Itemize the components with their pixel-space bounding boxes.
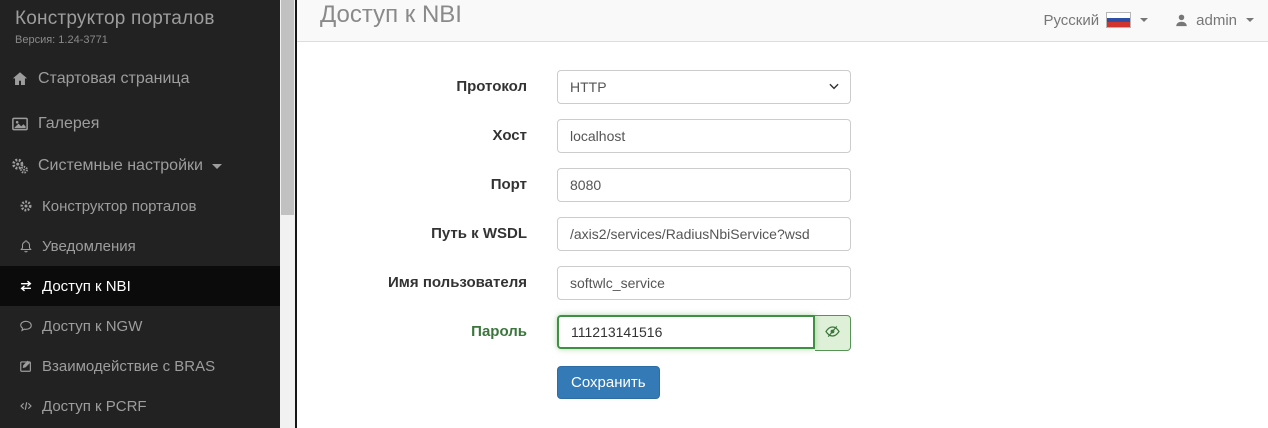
form-row-protocol: Протокол HTTP (297, 70, 1268, 104)
bell-icon (19, 239, 33, 253)
user-icon (1174, 13, 1189, 28)
sidebar-item-portal-constructor[interactable]: Конструктор порталов (0, 186, 280, 226)
form-row-username: Имя пользователя (297, 266, 1268, 300)
wsdl-path-label: Путь к WSDL (297, 217, 527, 251)
language-label: Русский (1043, 12, 1099, 29)
username-input[interactable] (557, 266, 851, 300)
app-title: Конструктор порталов (15, 8, 265, 30)
sidebar-item-bras-interaction[interactable]: Взаимодействие с BRAS (0, 346, 280, 386)
sidebar-item-label: Доступ к NGW (42, 318, 142, 335)
password-input[interactable] (557, 315, 815, 349)
port-input[interactable] (557, 168, 851, 202)
sidebar-scrollbar[interactable] (280, 0, 295, 428)
wsdl-path-input[interactable] (557, 217, 851, 251)
sidebar: Конструктор порталов Версия: 1.24-3771 С… (0, 0, 280, 428)
sidebar-item-label: Доступ к NBI (42, 278, 131, 295)
password-input-group (557, 315, 851, 351)
sidebar-item-ngw-access[interactable]: Доступ к NGW (0, 306, 280, 346)
nbi-access-form: Протокол HTTP Хост Порт (297, 42, 1268, 399)
sidebar-item-label: Уведомления (42, 238, 136, 255)
page-header: Доступ к NBI Русский admin (297, 0, 1268, 42)
header-controls: Русский admin (1043, 0, 1254, 40)
user-dropdown[interactable]: admin (1174, 12, 1254, 29)
sidebar-nav: Стартовая страница Галерея Системные нас… (0, 56, 280, 426)
sidebar-item-label: Взаимодействие с BRAS (42, 358, 215, 375)
username-field-label: Имя пользователя (297, 266, 527, 300)
russian-flag-icon (1106, 12, 1131, 28)
comment-icon (19, 319, 33, 333)
language-dropdown[interactable]: Русский (1043, 12, 1148, 29)
save-button[interactable]: Сохранить (557, 366, 660, 399)
edit-icon (19, 359, 33, 373)
protocol-select[interactable]: HTTP (557, 70, 851, 104)
host-label: Хост (297, 119, 527, 153)
sidebar-item-start-page[interactable]: Стартовая страница (0, 56, 280, 101)
image-icon (11, 115, 29, 133)
host-input[interactable] (557, 119, 851, 153)
port-label: Порт (297, 168, 527, 202)
username-label: admin (1196, 12, 1237, 29)
app-version: Версия: 1.24-3771 (15, 34, 265, 46)
sidebar-item-gallery[interactable]: Галерея (0, 101, 280, 146)
sidebar-item-label: Системные настройки (38, 157, 203, 175)
gears-icon (11, 157, 29, 175)
form-row-host: Хост (297, 119, 1268, 153)
sidebar-item-nbi-access[interactable]: Доступ к NBI (0, 266, 280, 306)
sidebar-item-label: Стартовая страница (38, 70, 189, 88)
protocol-label: Протокол (297, 70, 527, 104)
caret-down-icon (1246, 18, 1254, 22)
main-content: Доступ к NBI Русский admin (297, 0, 1268, 428)
sidebar-item-label: Галерея (38, 115, 99, 133)
form-row-password: Пароль (297, 315, 1268, 351)
toggle-password-visibility-button[interactable] (815, 315, 851, 351)
app-root: Конструктор порталов Версия: 1.24-3771 С… (0, 0, 1268, 428)
password-label: Пароль (297, 315, 527, 349)
sidebar-item-pcrf-access[interactable]: Доступ к PCRF (0, 386, 280, 426)
sidebar-item-label: Доступ к PCRF (42, 398, 147, 415)
code-icon (19, 399, 33, 413)
form-row-port: Порт (297, 168, 1268, 202)
form-row-wsdl-path: Путь к WSDL (297, 217, 1268, 251)
gear-icon (19, 199, 33, 213)
sidebar-item-label: Конструктор порталов (42, 198, 196, 215)
form-actions: Сохранить (557, 366, 1268, 399)
sidebar-item-notifications[interactable]: Уведомления (0, 226, 280, 266)
caret-down-icon (1140, 18, 1148, 22)
sidebar-header: Конструктор порталов Версия: 1.24-3771 (0, 0, 280, 52)
sidebar-item-system-settings[interactable]: Системные настройки (0, 146, 280, 186)
exchange-icon (19, 279, 33, 293)
eye-slash-icon (824, 323, 841, 343)
scrollbar-thumb[interactable] (281, 0, 294, 215)
home-icon (11, 70, 29, 88)
caret-down-icon (212, 164, 222, 169)
page-title: Доступ к NBI (320, 1, 462, 29)
